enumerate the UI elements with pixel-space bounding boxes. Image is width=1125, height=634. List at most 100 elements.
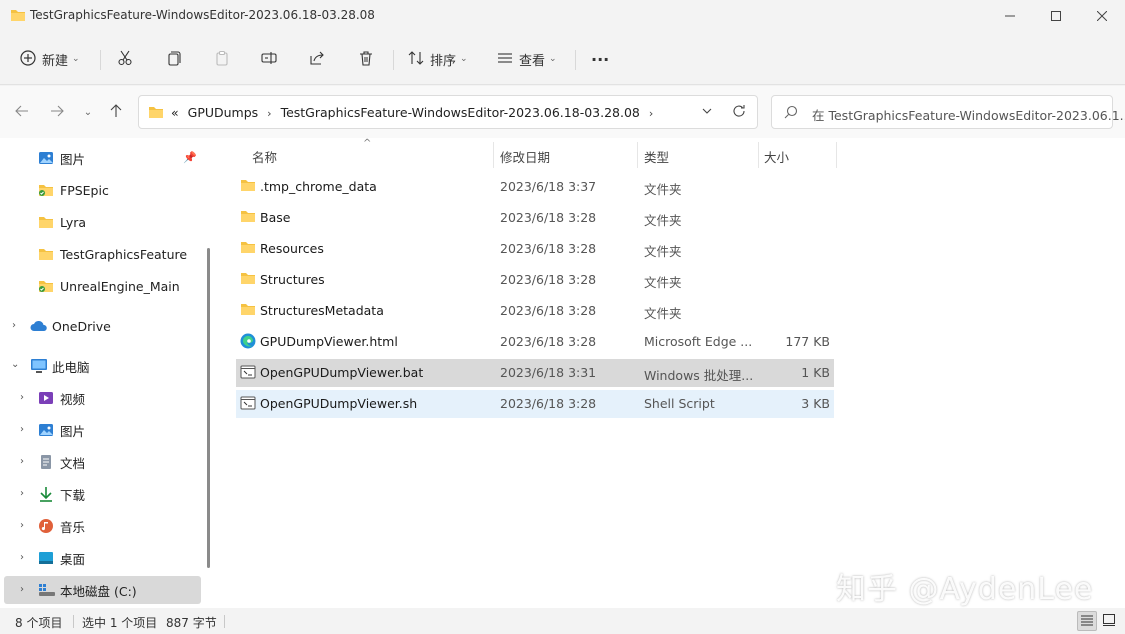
file-row[interactable]: Base 2023/6/18 3:28 文件夹 [236, 204, 834, 232]
sort-button[interactable]: 排序 ⌄ [408, 44, 468, 74]
new-button[interactable]: 新建 ⌄ [20, 44, 80, 74]
file-row[interactable]: Structures 2023/6/18 3:28 文件夹 [236, 266, 834, 294]
sidebar-item-music[interactable]: › 音乐 [4, 512, 201, 540]
sidebar-item-fpsepic[interactable]: FPSEpic [4, 176, 201, 204]
column-header-name[interactable]: 名称 [252, 142, 277, 170]
breadcrumb-item-current[interactable]: TestGraphicsFeature-WindowsEditor-2023.0… [281, 105, 640, 120]
file-row[interactable]: .tmp_chrome_data 2023/6/18 3:37 文件夹 [236, 173, 834, 201]
chevron-down-icon[interactable]: ⌄ [11, 359, 19, 370]
sidebar-item-lyra[interactable]: Lyra [4, 208, 201, 236]
sidebar-item-this-pc[interactable]: ⌄ 此电脑 [4, 352, 201, 380]
chevron-right-icon[interactable]: › [12, 320, 16, 331]
folder-icon [240, 302, 256, 319]
sidebar-item-pictures[interactable]: › 图片 [4, 416, 201, 444]
navigation-scrollbar[interactable] [207, 248, 210, 568]
chevron-right-icon[interactable]: › [20, 456, 24, 467]
file-row[interactable]: GPUDumpViewer.html 2023/6/18 3:28 Micros… [236, 328, 834, 356]
column-header-type[interactable]: 类型 [644, 142, 669, 170]
details-view-icon [1081, 614, 1093, 629]
column-header-date[interactable]: 修改日期 [500, 142, 550, 170]
sidebar-item-label: 文档 [60, 455, 86, 471]
chevron-right-icon[interactable]: › [20, 584, 24, 595]
rename-icon [261, 50, 277, 69]
search-box[interactable]: 在 TestGraphicsFeature-WindowsEditor-2023… [771, 95, 1125, 129]
view-button[interactable]: 查看 ⌄ [497, 44, 557, 74]
maximize-button[interactable] [1033, 0, 1079, 32]
trash-icon [358, 50, 374, 69]
sidebar-item-desktop[interactable]: › 桌面 [4, 544, 201, 572]
refresh-icon[interactable] [732, 104, 746, 121]
file-name: OpenGPUDumpViewer.bat [260, 365, 424, 380]
column-divider[interactable] [758, 142, 759, 168]
tiles-view-button[interactable] [1099, 611, 1119, 631]
up-button[interactable] [104, 100, 128, 124]
close-button[interactable] [1079, 0, 1125, 32]
drive-icon [38, 583, 56, 600]
chevron-right-icon[interactable]: › [20, 424, 24, 435]
forward-button[interactable] [45, 100, 69, 124]
minimize-button[interactable] [987, 0, 1033, 32]
column-header-size[interactable]: 大小 [764, 142, 789, 170]
sidebar-item-label: Lyra [60, 214, 87, 230]
status-divider [73, 615, 74, 628]
file-row[interactable]: OpenGPUDumpViewer.sh 2023/6/18 3:28 Shel… [236, 390, 834, 418]
toolbar-divider [575, 50, 576, 70]
sidebar-item-label: 此电脑 [52, 359, 90, 375]
back-button[interactable] [10, 100, 34, 124]
address-history-icon[interactable] [701, 105, 713, 120]
sidebar-item-videos[interactable]: › 视频 [4, 384, 201, 412]
pin-icon[interactable]: 📌 [183, 151, 197, 164]
view-list-icon [497, 50, 513, 69]
chevron-right-icon[interactable]: › [20, 488, 24, 499]
chevron-right-icon[interactable]: › [267, 107, 271, 120]
file-row[interactable]: OpenGPUDumpViewer.bat 2023/6/18 3:31 Win… [236, 359, 834, 387]
search-placeholder: 在 TestGraphicsFeature-WindowsEditor-2023… [812, 108, 1125, 123]
tiles-view-icon [1103, 613, 1115, 629]
arrow-right-icon [50, 104, 64, 121]
copy-icon [166, 50, 182, 69]
file-row[interactable]: StructuresMetadata 2023/6/18 3:28 文件夹 [236, 297, 834, 325]
file-size: 177 KB [785, 334, 830, 349]
sidebar-item-documents[interactable]: › 文档 [4, 448, 201, 476]
chevron-right-icon[interactable]: › [20, 520, 24, 531]
edge-icon [240, 333, 256, 352]
share-button[interactable] [309, 44, 325, 74]
sidebar-item-pictures-quick[interactable]: 图片 📌 [4, 144, 201, 172]
details-view-button[interactable] [1077, 611, 1097, 631]
file-row[interactable]: Resources 2023/6/18 3:28 文件夹 [236, 235, 834, 263]
download-icon [38, 486, 54, 505]
more-button[interactable]: ··· [591, 44, 609, 74]
column-divider[interactable] [836, 142, 837, 168]
sidebar-item-local-disk-c[interactable]: › 本地磁盘 (C:) [4, 576, 201, 604]
paste-button[interactable] [214, 44, 230, 74]
sidebar-item-label: UnrealEngine_Main [60, 278, 180, 294]
file-type: 文件夹 [644, 306, 682, 321]
watermark: 知乎 @AydenLee [836, 572, 1094, 607]
recent-locations-button[interactable]: ⌄ [76, 100, 100, 124]
rename-button[interactable] [261, 44, 277, 74]
breadcrumb-item-gpudumps[interactable]: GPUDumps [188, 105, 259, 120]
sidebar-item-unrealengine-main[interactable]: UnrealEngine_Main [4, 272, 201, 300]
chevron-right-icon[interactable]: › [20, 392, 24, 403]
music-icon [38, 518, 54, 537]
sidebar-item-onedrive[interactable]: › OneDrive [4, 312, 201, 340]
breadcrumb-overflow[interactable]: « [171, 105, 179, 120]
sidebar-item-label: 音乐 [60, 519, 86, 535]
file-size: 1 KB [801, 365, 830, 380]
script-icon [240, 395, 256, 414]
sidebar-item-downloads[interactable]: › 下载 [4, 480, 201, 508]
chevron-right-icon[interactable]: › [649, 107, 653, 120]
cut-button[interactable] [117, 44, 133, 74]
computer-icon [30, 358, 48, 377]
plus-circle-icon [20, 49, 36, 69]
sidebar-item-testgraphicsfeature[interactable]: TestGraphicsFeature [4, 240, 201, 268]
address-bar[interactable]: « GPUDumps › TestGraphicsFeature-Windows… [138, 95, 758, 129]
column-divider[interactable] [493, 142, 494, 168]
script-icon [240, 364, 256, 383]
copy-button[interactable] [166, 44, 182, 74]
column-divider[interactable] [637, 142, 638, 168]
delete-button[interactable] [358, 44, 374, 74]
chevron-right-icon[interactable]: › [20, 552, 24, 563]
chevron-down-icon: ⌄ [549, 54, 557, 64]
file-date: 2023/6/18 3:28 [500, 396, 597, 411]
